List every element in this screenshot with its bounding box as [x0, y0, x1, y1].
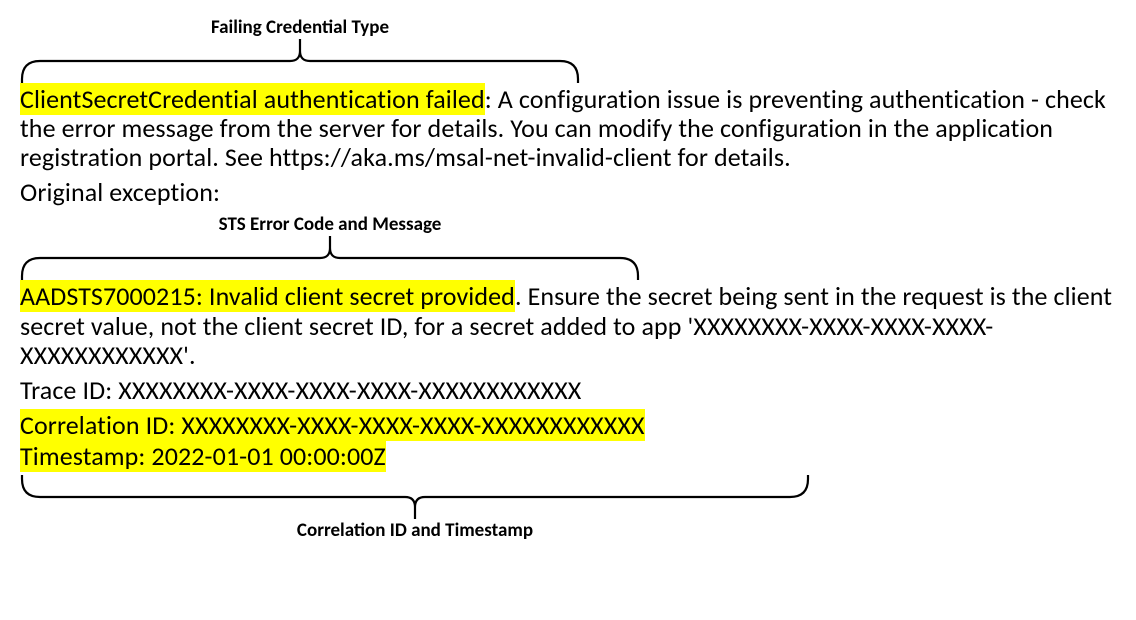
label-failing-credential-type: Failing Credential Type [20, 16, 580, 39]
original-exception-label: Original exception: [20, 178, 1116, 207]
correlation-id-line: Correlation ID: XXXXXXXX-XXXX-XXXX-XXXX-… [20, 411, 1116, 440]
trace-id-line: Trace ID: XXXXXXXX-XXXX-XXXX-XXXX-XXXXXX… [20, 376, 1116, 405]
label-correlation-timestamp: Correlation ID and Timestamp [20, 519, 810, 542]
bracket-middle-icon [20, 236, 640, 280]
highlight-correlation-id: Correlation ID: XXXXXXXX-XXXX-XXXX-XXXX-… [20, 409, 645, 441]
bracket-bottom-icon [20, 475, 810, 519]
error-paragraph-sts: AADSTS7000215: Invalid client secret pro… [20, 282, 1116, 369]
error-paragraph-1: ClientSecretCredential authentication fa… [20, 85, 1116, 172]
highlight-timestamp: Timestamp: 2022-01-01 00:00:00Z [20, 440, 386, 472]
highlight-sts-code: AADSTS7000215: Invalid client secret pro… [20, 280, 515, 312]
highlight-credential-type: ClientSecretCredential authentication fa… [20, 83, 485, 115]
timestamp-line: Timestamp: 2022-01-01 00:00:00Z [20, 442, 1116, 471]
bracket-top-icon [20, 39, 580, 83]
label-sts-error-code: STS Error Code and Message [20, 213, 640, 236]
diagram-stage: Failing Credential Type ClientSecretCred… [0, 0, 1136, 620]
